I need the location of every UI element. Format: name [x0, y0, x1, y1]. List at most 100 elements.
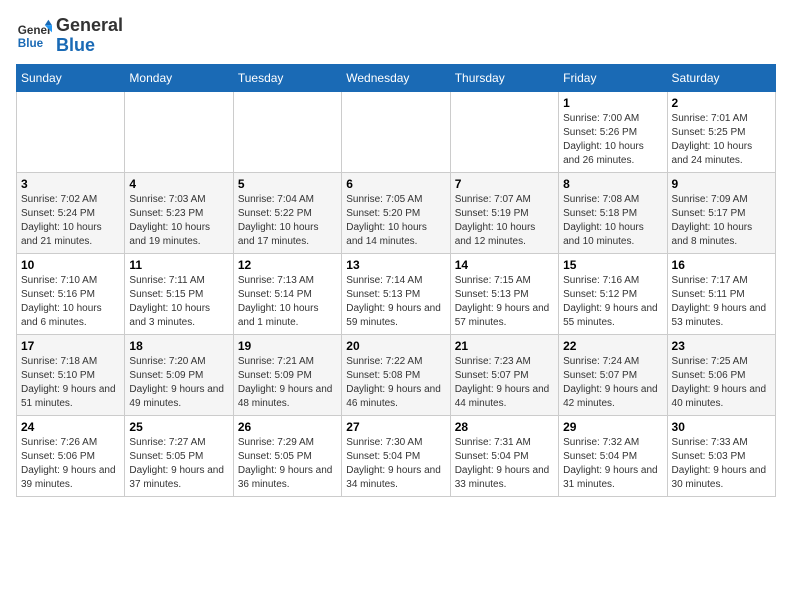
calendar-cell: 29Sunrise: 7:32 AM Sunset: 5:04 PM Dayli… [559, 415, 667, 496]
calendar-cell: 1 Sunrise: 7:00 AM Sunset: 5:26 PM Daylig… [559, 91, 667, 172]
day-number: 14 [455, 258, 554, 272]
day-number: 26 [238, 420, 337, 434]
day-info: Sunrise: 7:30 AM Sunset: 5:04 PM Dayligh… [346, 436, 445, 492]
weekday-header-thursday: Thursday [450, 64, 558, 91]
day-number: 10 [21, 258, 120, 272]
calendar-cell: 28 Sunrise: 7:31 AM Sunset: 5:04 PM Dayli… [450, 415, 558, 496]
calendar-cell: 7Sunrise: 7:07 AM Sunset: 5:19 PM Daylig… [450, 172, 558, 253]
calendar-cell [342, 91, 450, 172]
calendar-cell: 8Sunrise: 7:08 AM Sunset: 5:18 PM Daylig… [559, 172, 667, 253]
calendar-cell: 3 Sunrise: 7:02 AM Sunset: 5:24 PM Daylig… [17, 172, 125, 253]
calendar-cell: 10 Sunrise: 7:10 AM Sunset: 5:16 PM Dayli… [17, 253, 125, 334]
weekday-header-monday: Monday [125, 64, 233, 91]
day-info: Sunrise: 7:27 AM Sunset: 5:05 PM Dayligh… [129, 436, 228, 492]
calendar-cell [233, 91, 341, 172]
svg-text:Blue: Blue [18, 37, 44, 50]
calendar-week-3: 10 Sunrise: 7:10 AM Sunset: 5:16 PM Dayli… [17, 253, 776, 334]
day-number: 9 [672, 177, 771, 191]
day-info: Sunrise: 7:16 AM Sunset: 5:12 PM Dayligh… [563, 274, 662, 330]
day-info: Sunrise: 7:26 AM Sunset: 5:06 PM Dayligh… [21, 436, 120, 492]
calendar-cell: 16 Sunrise: 7:17 AM Sunset: 5:11 PM Dayli… [667, 253, 775, 334]
calendar-header-row: SundayMondayTuesdayWednesdayThursdayFrid… [17, 64, 776, 91]
day-info: Sunrise: 7:25 AM Sunset: 5:06 PM Dayligh… [672, 355, 771, 411]
weekday-header-friday: Friday [559, 64, 667, 91]
weekday-header-wednesday: Wednesday [342, 64, 450, 91]
weekday-header-tuesday: Tuesday [233, 64, 341, 91]
day-info: Sunrise: 7:02 AM Sunset: 5:24 PM Dayligh… [21, 193, 120, 249]
calendar-cell: 14 Sunrise: 7:15 AM Sunset: 5:13 PM Dayli… [450, 253, 558, 334]
calendar-week-4: 17 Sunrise: 7:18 AM Sunset: 5:10 PM Dayli… [17, 334, 776, 415]
day-info: Sunrise: 7:15 AM Sunset: 5:13 PM Dayligh… [455, 274, 554, 330]
calendar-week-5: 24 Sunrise: 7:26 AM Sunset: 5:06 PM Dayli… [17, 415, 776, 496]
day-number: 25 [129, 420, 228, 434]
day-number: 6 [346, 177, 445, 191]
calendar-cell: 24 Sunrise: 7:26 AM Sunset: 5:06 PM Dayli… [17, 415, 125, 496]
calendar-cell: 9 Sunrise: 7:09 AM Sunset: 5:17 PM Daylig… [667, 172, 775, 253]
day-number: 20 [346, 339, 445, 353]
day-info: Sunrise: 7:21 AM Sunset: 5:09 PM Dayligh… [238, 355, 337, 411]
calendar-cell: 17 Sunrise: 7:18 AM Sunset: 5:10 PM Dayli… [17, 334, 125, 415]
day-info: Sunrise: 7:00 AM Sunset: 5:26 PM Dayligh… [563, 112, 662, 168]
day-number: 29 [563, 420, 662, 434]
calendar-table: SundayMondayTuesdayWednesdayThursdayFrid… [16, 64, 776, 497]
calendar-cell [17, 91, 125, 172]
day-number: 1 [563, 96, 662, 110]
calendar-cell: 4 Sunrise: 7:03 AM Sunset: 5:23 PM Daylig… [125, 172, 233, 253]
logo-text: General Blue [56, 16, 123, 56]
day-number: 13 [346, 258, 445, 272]
day-number: 23 [672, 339, 771, 353]
day-number: 16 [672, 258, 771, 272]
day-info: Sunrise: 7:10 AM Sunset: 5:16 PM Dayligh… [21, 274, 120, 330]
calendar-cell: 22 Sunrise: 7:24 AM Sunset: 5:07 PM Dayli… [559, 334, 667, 415]
day-info: Sunrise: 7:24 AM Sunset: 5:07 PM Dayligh… [563, 355, 662, 411]
day-number: 15 [563, 258, 662, 272]
day-info: Sunrise: 7:17 AM Sunset: 5:11 PM Dayligh… [672, 274, 771, 330]
day-number: 4 [129, 177, 228, 191]
calendar-cell: 30 Sunrise: 7:33 AM Sunset: 5:03 PM Dayli… [667, 415, 775, 496]
calendar-cell: 25 Sunrise: 7:27 AM Sunset: 5:05 PM Dayli… [125, 415, 233, 496]
day-number: 27 [346, 420, 445, 434]
day-number: 3 [21, 177, 120, 191]
day-info: Sunrise: 7:07 AM Sunset: 5:19 PM Dayligh… [455, 193, 554, 249]
calendar-week-1: 1 Sunrise: 7:00 AM Sunset: 5:26 PM Daylig… [17, 91, 776, 172]
calendar-cell: 2 Sunrise: 7:01 AM Sunset: 5:25 PM Daylig… [667, 91, 775, 172]
calendar-cell: 5Sunrise: 7:04 AM Sunset: 5:22 PM Daylig… [233, 172, 341, 253]
page-header: General Blue General Blue [16, 16, 776, 56]
day-info: Sunrise: 7:22 AM Sunset: 5:08 PM Dayligh… [346, 355, 445, 411]
day-info: Sunrise: 7:14 AM Sunset: 5:13 PM Dayligh… [346, 274, 445, 330]
day-info: Sunrise: 7:09 AM Sunset: 5:17 PM Dayligh… [672, 193, 771, 249]
day-info: Sunrise: 7:33 AM Sunset: 5:03 PM Dayligh… [672, 436, 771, 492]
day-info: Sunrise: 7:05 AM Sunset: 5:20 PM Dayligh… [346, 193, 445, 249]
day-info: Sunrise: 7:08 AM Sunset: 5:18 PM Dayligh… [563, 193, 662, 249]
calendar-cell: 23 Sunrise: 7:25 AM Sunset: 5:06 PM Dayli… [667, 334, 775, 415]
day-number: 18 [129, 339, 228, 353]
calendar-cell: 6 Sunrise: 7:05 AM Sunset: 5:20 PM Daylig… [342, 172, 450, 253]
day-number: 17 [21, 339, 120, 353]
calendar-cell: 19Sunrise: 7:21 AM Sunset: 5:09 PM Dayli… [233, 334, 341, 415]
day-info: Sunrise: 7:18 AM Sunset: 5:10 PM Dayligh… [21, 355, 120, 411]
day-info: Sunrise: 7:04 AM Sunset: 5:22 PM Dayligh… [238, 193, 337, 249]
day-number: 11 [129, 258, 228, 272]
weekday-header-saturday: Saturday [667, 64, 775, 91]
calendar-cell [125, 91, 233, 172]
calendar-cell: 20 Sunrise: 7:22 AM Sunset: 5:08 PM Dayli… [342, 334, 450, 415]
calendar-cell: 13 Sunrise: 7:14 AM Sunset: 5:13 PM Dayli… [342, 253, 450, 334]
day-number: 2 [672, 96, 771, 110]
day-info: Sunrise: 7:29 AM Sunset: 5:05 PM Dayligh… [238, 436, 337, 492]
calendar-cell: 26 Sunrise: 7:29 AM Sunset: 5:05 PM Dayli… [233, 415, 341, 496]
calendar-cell: 11Sunrise: 7:11 AM Sunset: 5:15 PM Dayli… [125, 253, 233, 334]
day-number: 30 [672, 420, 771, 434]
logo-icon: General Blue [16, 18, 52, 54]
day-info: Sunrise: 7:03 AM Sunset: 5:23 PM Dayligh… [129, 193, 228, 249]
calendar-week-2: 3 Sunrise: 7:02 AM Sunset: 5:24 PM Daylig… [17, 172, 776, 253]
day-info: Sunrise: 7:23 AM Sunset: 5:07 PM Dayligh… [455, 355, 554, 411]
day-info: Sunrise: 7:31 AM Sunset: 5:04 PM Dayligh… [455, 436, 554, 492]
calendar-cell: 27 Sunrise: 7:30 AM Sunset: 5:04 PM Dayli… [342, 415, 450, 496]
day-number: 12 [238, 258, 337, 272]
day-number: 28 [455, 420, 554, 434]
day-info: Sunrise: 7:01 AM Sunset: 5:25 PM Dayligh… [672, 112, 771, 168]
day-number: 24 [21, 420, 120, 434]
day-info: Sunrise: 7:13 AM Sunset: 5:14 PM Dayligh… [238, 274, 337, 330]
logo: General Blue General Blue [16, 16, 123, 56]
day-number: 22 [563, 339, 662, 353]
